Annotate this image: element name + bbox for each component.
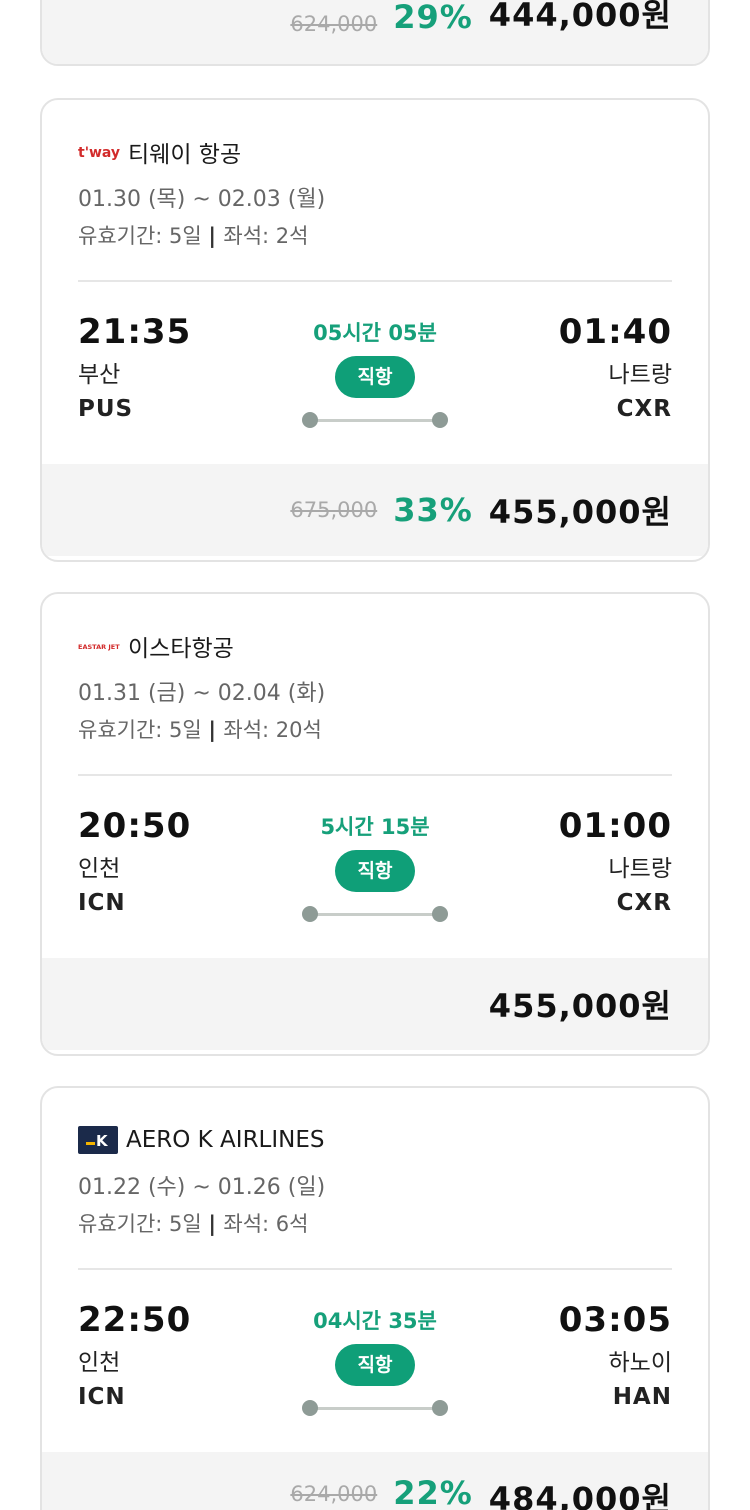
separator: | bbox=[208, 718, 224, 742]
final-price: 455,000원 bbox=[488, 987, 672, 1025]
price-bar: 675,000 33% 455,000원 bbox=[42, 464, 708, 556]
route-line bbox=[310, 913, 440, 916]
card-header: t'way 티웨이 항공 01.30 (목) ~ 02.03 (월) 유효기간:… bbox=[42, 132, 708, 464]
arrival-time: 01:40 bbox=[558, 312, 672, 352]
separator: | bbox=[208, 1212, 224, 1236]
discount-rate: 22% bbox=[393, 1474, 473, 1510]
departure: 21:35 부산 PUS bbox=[78, 312, 191, 424]
flight-duration-block: 04시간 35분 직항 bbox=[300, 1306, 450, 1416]
airline-name: 티웨이 항공 bbox=[128, 142, 242, 168]
departure-time: 22:50 bbox=[78, 1300, 192, 1340]
origin-dot-icon bbox=[302, 412, 318, 428]
svg-text:K: K bbox=[96, 1132, 109, 1150]
flight-card[interactable]: 624,000 29% 444,000원 bbox=[40, 0, 710, 66]
flight-card[interactable]: t'way 티웨이 항공 01.30 (목) ~ 02.03 (월) 유효기간:… bbox=[40, 98, 710, 562]
flight-info: 21:35 부산 PUS 05시간 05분 직항 01:40 나트랑 CXR bbox=[78, 282, 672, 464]
departure-city: 인천 bbox=[78, 856, 121, 882]
departure-code: PUS bbox=[78, 396, 134, 422]
departure-code: ICN bbox=[78, 890, 126, 916]
departure: 20:50 인천 ICN bbox=[78, 806, 191, 918]
airline-row: t'way 티웨이 항공 bbox=[78, 132, 672, 172]
departure-code: ICN bbox=[78, 1384, 126, 1410]
eastarjet-logo-icon: EASTAR JET bbox=[78, 637, 120, 655]
arrival-code: CXR bbox=[616, 890, 672, 916]
flight-duration: 04시간 35분 bbox=[313, 1309, 437, 1333]
arrival-time: 03:05 bbox=[558, 1300, 672, 1340]
departure: 22:50 인천 ICN bbox=[78, 1300, 191, 1412]
origin-dot-icon bbox=[302, 906, 318, 922]
arrival-time: 01:00 bbox=[558, 806, 672, 846]
tway-logo-icon: t'way bbox=[78, 143, 120, 161]
route-track bbox=[302, 412, 448, 428]
travel-dates: 01.31 (금) ~ 02.04 (화) bbox=[78, 681, 326, 706]
travel-dates: 01.30 (목) ~ 02.03 (월) bbox=[78, 187, 326, 212]
travel-dates: 01.22 (수) ~ 01.26 (일) bbox=[78, 1175, 326, 1200]
flight-duration: 5시간 15분 bbox=[320, 815, 430, 839]
arrival-code: CXR bbox=[616, 396, 672, 422]
route-line bbox=[310, 1407, 440, 1410]
destination-dot-icon bbox=[432, 412, 448, 428]
airline-name: 이스타항공 bbox=[128, 636, 234, 662]
validity-info: 유효기간: 5일 | 좌석: 2석 bbox=[78, 220, 672, 252]
validity-info: 유효기간: 5일 | 좌석: 20석 bbox=[78, 714, 672, 746]
card-header: EASTAR JET 이스타항공 01.31 (금) ~ 02.04 (화) 유… bbox=[42, 626, 708, 958]
destination-dot-icon bbox=[432, 906, 448, 922]
departure-time: 20:50 bbox=[78, 806, 192, 846]
arrival-city: 나트랑 bbox=[608, 362, 672, 388]
original-price: 624,000 bbox=[290, 12, 378, 36]
destination-dot-icon bbox=[432, 1400, 448, 1416]
departure-city: 부산 bbox=[78, 362, 121, 388]
original-price: 675,000 bbox=[290, 498, 378, 522]
flight-info: 20:50 인천 ICN 5시간 15분 직항 01:00 나트랑 CXR bbox=[78, 776, 672, 958]
seats-label: 좌석: 6석 bbox=[223, 1212, 309, 1236]
flight-duration: 05시간 05분 bbox=[313, 321, 437, 345]
direct-badge: 직항 bbox=[335, 1344, 415, 1386]
final-price: 455,000원 bbox=[488, 493, 672, 531]
original-price: 624,000 bbox=[290, 1482, 378, 1506]
flight-duration-block: 05시간 05분 직항 bbox=[300, 318, 450, 428]
airline-row: EASTAR JET 이스타항공 bbox=[78, 626, 672, 666]
price-bar: 624,000 22% 484,000원 bbox=[42, 1452, 708, 1510]
route-track bbox=[302, 906, 448, 922]
flight-card[interactable]: K AERO K AIRLINES 01.22 (수) ~ 01.26 (일) … bbox=[40, 1086, 710, 1510]
validity-label: 유효기간: 5일 bbox=[78, 718, 202, 742]
validity-info: 유효기간: 5일 | 좌석: 6석 bbox=[78, 1208, 672, 1240]
arrival-city: 하노이 bbox=[608, 1350, 672, 1376]
final-price: 484,000원 bbox=[488, 1480, 672, 1510]
direct-badge: 직항 bbox=[335, 850, 415, 892]
discount-rate: 33% bbox=[393, 491, 473, 529]
card-header: K AERO K AIRLINES 01.22 (수) ~ 01.26 (일) … bbox=[42, 1120, 708, 1452]
validity-label: 유효기간: 5일 bbox=[78, 1212, 202, 1236]
arrival-code: HAN bbox=[612, 1384, 672, 1410]
aerok-logo-icon: K bbox=[78, 1126, 118, 1154]
flight-duration-block: 5시간 15분 직항 bbox=[300, 812, 450, 922]
seats-label: 좌석: 2석 bbox=[223, 224, 309, 248]
airline-name: AERO K AIRLINES bbox=[126, 1127, 325, 1153]
final-price: 444,000원 bbox=[488, 0, 672, 34]
seats-label: 좌석: 20석 bbox=[223, 718, 322, 742]
arrival: 01:40 나트랑 CXR bbox=[559, 312, 672, 424]
discount-rate: 29% bbox=[393, 0, 473, 36]
direct-badge: 직항 bbox=[335, 356, 415, 398]
departure-time: 21:35 bbox=[78, 312, 192, 352]
departure-city: 인천 bbox=[78, 1350, 121, 1376]
airline-row: K AERO K AIRLINES bbox=[78, 1120, 672, 1160]
separator: | bbox=[208, 224, 224, 248]
svg-text:EASTAR JET: EASTAR JET bbox=[78, 643, 120, 651]
arrival-city: 나트랑 bbox=[608, 856, 672, 882]
arrival: 03:05 하노이 HAN bbox=[559, 1300, 672, 1412]
validity-label: 유효기간: 5일 bbox=[78, 224, 202, 248]
route-track bbox=[302, 1400, 448, 1416]
flight-card[interactable]: EASTAR JET 이스타항공 01.31 (금) ~ 02.04 (화) 유… bbox=[40, 592, 710, 1056]
flight-info: 22:50 인천 ICN 04시간 35분 직항 03:05 하노이 HAN bbox=[78, 1270, 672, 1452]
price-bar: 624,000 29% 444,000원 bbox=[42, 0, 708, 64]
route-line bbox=[310, 419, 440, 422]
arrival: 01:00 나트랑 CXR bbox=[559, 806, 672, 918]
origin-dot-icon bbox=[302, 1400, 318, 1416]
svg-text:t'way: t'way bbox=[78, 145, 120, 161]
price-bar: 455,000원 bbox=[42, 958, 708, 1050]
